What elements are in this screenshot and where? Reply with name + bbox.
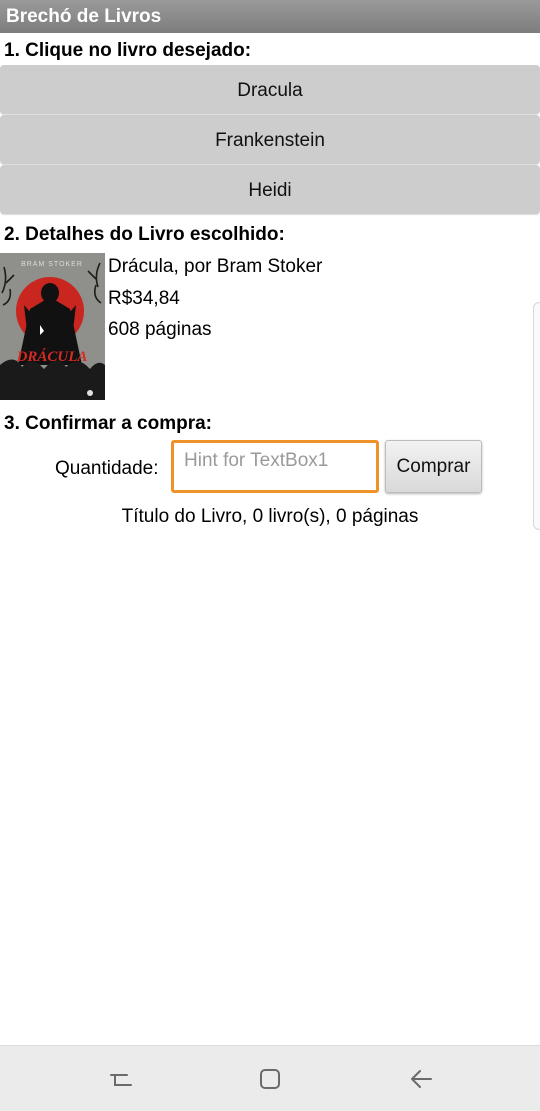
book-pages: 608 páginas — [108, 319, 212, 340]
book-button-frankenstein[interactable]: Frankenstein — [0, 115, 540, 164]
section3-heading: 3. Confirmar a compra: — [4, 413, 212, 434]
app-title: Brechó de Livros — [6, 6, 162, 27]
app-title-bar: Brechó de Livros — [0, 0, 540, 33]
book-button-dracula[interactable]: Dracula — [0, 65, 540, 114]
quantity-label: Quantidade: — [55, 458, 159, 479]
cover-title-text: DRÁCULA — [16, 348, 88, 365]
quantity-input[interactable] — [171, 440, 379, 493]
book-cover-image: BRAM STOKER DRÁCULA — [0, 253, 105, 400]
section2-heading: 2. Detalhes do Livro escolhido: — [4, 224, 285, 245]
buy-button[interactable]: Comprar — [385, 440, 482, 493]
section1-heading: 1. Clique no livro desejado: — [4, 40, 252, 61]
purchase-summary: Título do Livro, 0 livro(s), 0 páginas — [121, 506, 419, 527]
back-icon[interactable] — [408, 1066, 434, 1092]
book-price: R$34,84 — [108, 288, 180, 309]
book-button-heidi[interactable]: Heidi — [0, 165, 540, 214]
book-title-author: Drácula, por Bram Stoker — [108, 256, 323, 277]
scroll-edge-handle[interactable] — [533, 302, 540, 530]
home-icon[interactable] — [257, 1066, 283, 1092]
recent-apps-icon[interactable] — [107, 1066, 133, 1092]
cover-author-text: BRAM STOKER — [21, 261, 83, 268]
system-nav-bar — [0, 1045, 540, 1111]
